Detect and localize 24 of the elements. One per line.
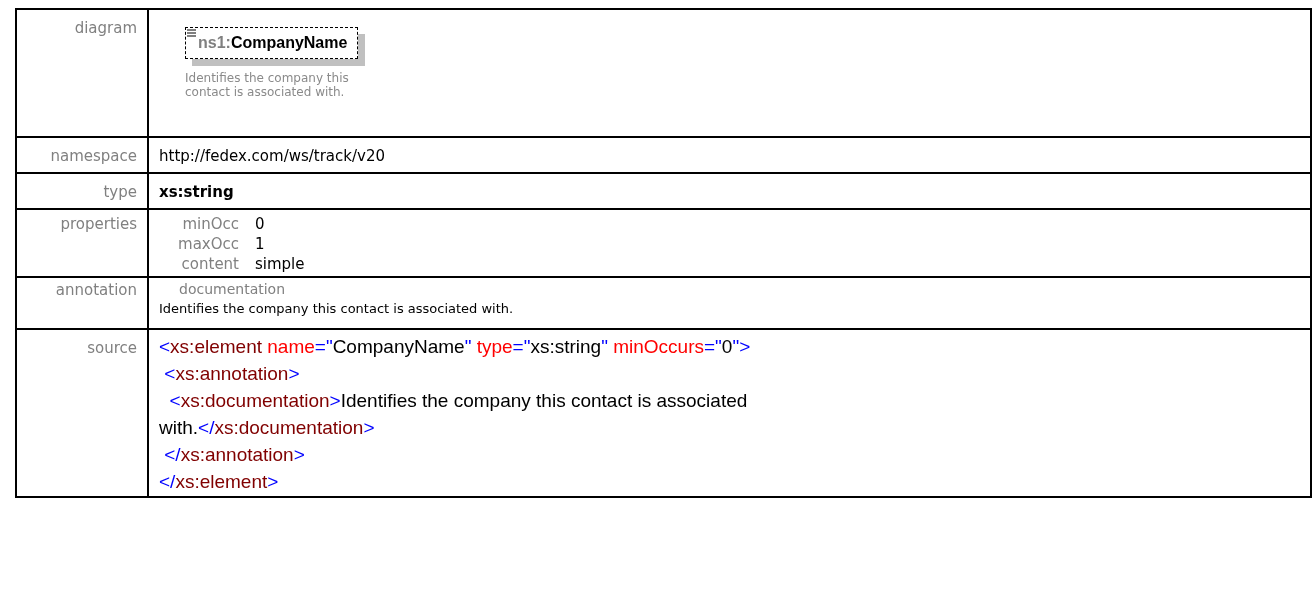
row-label: source [87, 339, 137, 357]
row-label: diagram [74, 19, 137, 37]
element-description: Identifies the company this contact is associated with. [185, 71, 350, 100]
code-line: </xs:annotation> [163, 443, 305, 465]
code-line: </xs:element> [159, 470, 279, 492]
row-label: properties [60, 215, 137, 233]
annotation-text: Identifies the company this contact is associated with. [159, 301, 515, 316]
property-name: maxOcc [177, 235, 239, 253]
row-label: type [103, 183, 137, 201]
element-name: ns1:CompanyName [198, 34, 348, 51]
annotation-heading: documentation [179, 281, 287, 297]
row-label: annotation [55, 281, 137, 299]
row-label: namespace [50, 147, 137, 165]
code-line: <xs:element name="CompanyName" type="xs:string" minOccurs="0"> [159, 336, 751, 357]
code-line: <xs:annotation> [163, 362, 300, 384]
property-name: minOcc [181, 215, 239, 233]
code-line: <xs:documentation>Identifies the company this contact is associated [168, 389, 748, 411]
property-value: 1 [255, 235, 266, 253]
type-value: xs:string [159, 183, 234, 201]
code-line: with.</xs:documentation> [159, 416, 375, 438]
property-name: content [180, 255, 239, 273]
property-value: 0 [255, 215, 266, 233]
property-value: simple [255, 255, 306, 273]
namespace-value: http://fedex.com/ws/track/v20 [159, 147, 385, 165]
